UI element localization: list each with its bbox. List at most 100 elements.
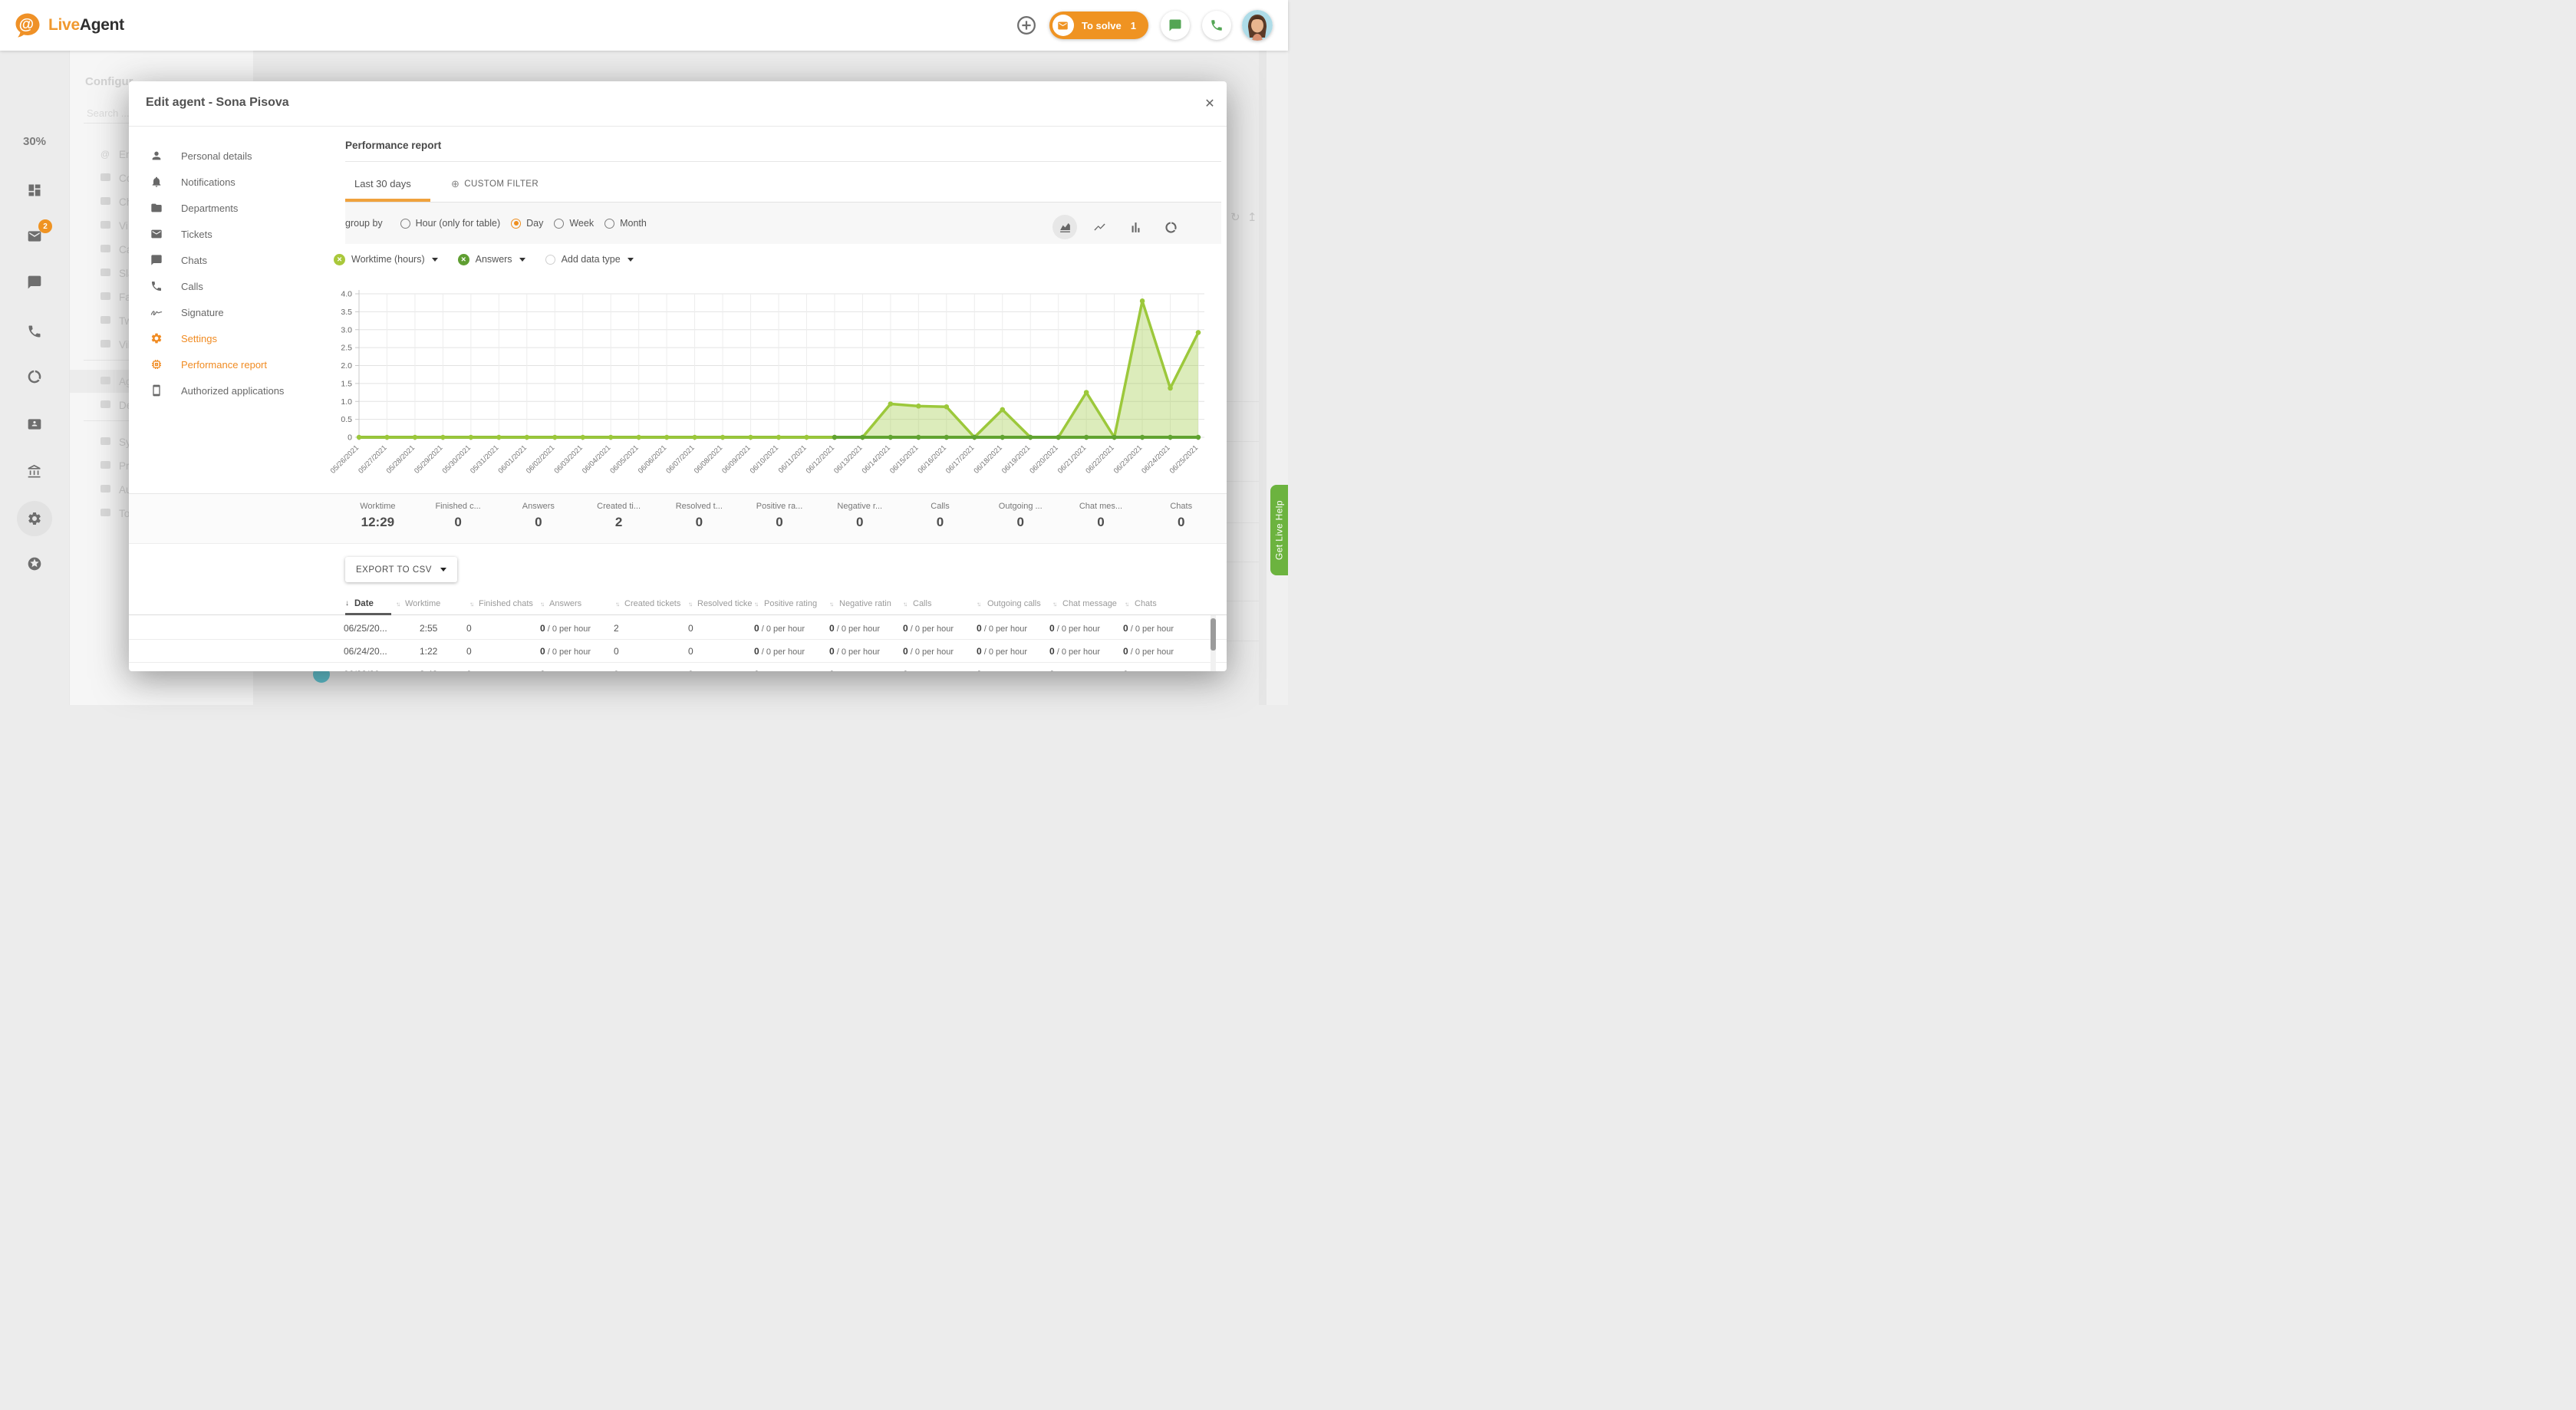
radio-label[interactable]: Month bbox=[620, 218, 647, 229]
stat-value: 0 bbox=[1061, 515, 1141, 530]
sort-toggle-icon[interactable]: ↑↓ bbox=[1052, 601, 1056, 608]
chevron-down-icon[interactable] bbox=[628, 258, 634, 262]
column-header-created-tickets[interactable]: Created tickets bbox=[624, 599, 680, 608]
radio-hour-only-for-table-[interactable] bbox=[400, 219, 410, 229]
menu-item-departments[interactable]: Departments bbox=[150, 198, 334, 218]
rail-item-chat[interactable] bbox=[27, 275, 42, 290]
menu-item-label: Chats bbox=[181, 255, 207, 266]
liveagent-logo[interactable]: @ LiveAgent bbox=[14, 12, 124, 39]
mobile-icon bbox=[150, 384, 163, 397]
chat-icon bbox=[150, 254, 163, 266]
table-row[interactable]: 06/23/20...3:4800 / 0 per hour000 / 0 pe… bbox=[129, 663, 1227, 671]
column-header-worktime[interactable]: Worktime bbox=[405, 599, 440, 608]
radio-label[interactable]: Day bbox=[526, 218, 543, 229]
close-icon[interactable]: ✕ bbox=[1200, 94, 1220, 114]
column-header-resolved-ticke[interactable]: Resolved ticke bbox=[697, 599, 753, 608]
menu-item-label: Settings bbox=[181, 333, 217, 344]
radio-day[interactable] bbox=[511, 219, 521, 229]
sort-toggle-icon[interactable]: ↑↓ bbox=[754, 601, 757, 608]
radio-label[interactable]: Hour (only for table) bbox=[416, 218, 500, 229]
sort-toggle-icon[interactable]: ↑↓ bbox=[977, 601, 980, 608]
column-header-chats[interactable]: Chats bbox=[1135, 599, 1157, 608]
rail-item-gear[interactable] bbox=[27, 511, 42, 526]
chip-label-answers[interactable]: Answers bbox=[476, 254, 512, 265]
search-input[interactable]: Search ... bbox=[87, 107, 130, 119]
table-header: ↓ Date ↑↓ Worktime ↑↓ Finished chats ↑↓ Answers… bbox=[129, 594, 1221, 614]
sort-toggle-icon[interactable]: ↑↓ bbox=[469, 601, 473, 608]
radio-month[interactable] bbox=[604, 219, 614, 229]
menu-item-authorized-applications[interactable]: Authorized applications bbox=[150, 381, 334, 400]
radio-week[interactable] bbox=[554, 219, 564, 229]
to-solve-button[interactable]: To solve 1 bbox=[1049, 12, 1148, 39]
table-cell: 0 / 0 per hour bbox=[1049, 623, 1100, 634]
chip-label-add-data-type[interactable]: Add data type bbox=[562, 254, 621, 265]
config-item-label: Vi bbox=[119, 220, 128, 232]
rail-item-dashboard[interactable] bbox=[27, 183, 42, 198]
area-chart-button[interactable] bbox=[1052, 215, 1077, 239]
add-new-button[interactable] bbox=[1016, 15, 1037, 36]
remove-series-icon[interactable]: ✕ bbox=[334, 254, 345, 265]
column-header-calls[interactable]: Calls bbox=[913, 599, 931, 608]
column-header-finished-chats[interactable]: Finished chats bbox=[479, 599, 533, 608]
export-to-csv-button[interactable]: EXPORT TO CSV bbox=[345, 557, 457, 582]
rail-item-phone[interactable] bbox=[27, 324, 42, 339]
rail-item-bank[interactable] bbox=[27, 464, 42, 479]
menu-item-signature[interactable]: Signature bbox=[150, 302, 334, 322]
menu-item-notifications[interactable]: Notifications bbox=[150, 172, 334, 192]
rail-item-contact-card[interactable] bbox=[27, 417, 42, 432]
tab-last-30-days[interactable]: Last 30 days bbox=[354, 178, 411, 189]
column-header-outgoing-calls[interactable]: Outgoing calls bbox=[987, 599, 1041, 608]
donut-chart-button[interactable] bbox=[1158, 215, 1183, 239]
radio-label[interactable]: Week bbox=[569, 218, 594, 229]
sort-desc-icon[interactable]: ↓ bbox=[345, 599, 348, 608]
rail-item-star[interactable] bbox=[27, 556, 42, 572]
add-series-icon[interactable] bbox=[545, 255, 555, 265]
table-scrollbar-thumb[interactable] bbox=[1211, 618, 1216, 651]
sort-toggle-icon[interactable]: ↑↓ bbox=[615, 601, 618, 608]
calls-button[interactable] bbox=[1202, 11, 1231, 40]
chevron-down-icon[interactable] bbox=[432, 258, 438, 262]
report-title: Performance report bbox=[345, 140, 441, 151]
remove-series-icon[interactable]: ✕ bbox=[458, 254, 469, 265]
svg-text:3.5: 3.5 bbox=[341, 308, 352, 317]
svg-text:06/23/2021: 06/23/2021 bbox=[1112, 443, 1144, 475]
column-header-answers[interactable]: Answers bbox=[549, 599, 581, 608]
table-cell: 0 / 0 per hour bbox=[540, 623, 591, 634]
svg-text:06/25/2021: 06/25/2021 bbox=[1168, 443, 1200, 475]
table-cell: 0 / 0 per hour bbox=[829, 669, 880, 671]
stat-label: Resolved t... bbox=[659, 502, 740, 511]
menu-item-personal-details[interactable]: Personal details bbox=[150, 146, 334, 166]
menu-item-settings[interactable]: Settings bbox=[150, 328, 334, 348]
menu-item-tickets[interactable]: Tickets bbox=[150, 224, 334, 244]
column-header-chat-message[interactable]: Chat message bbox=[1062, 599, 1117, 608]
sort-toggle-icon[interactable]: ↑↓ bbox=[1125, 601, 1128, 608]
bar-chart-button[interactable] bbox=[1123, 215, 1148, 239]
chevron-down-icon[interactable] bbox=[519, 258, 525, 262]
star-icon bbox=[27, 556, 42, 572]
wrench-icon bbox=[99, 508, 111, 519]
edit-agent-modal: Edit agent - Sona Pisova ✕ Personal deta… bbox=[129, 81, 1227, 671]
menu-item-performance-report[interactable]: Performance report bbox=[150, 354, 334, 374]
menu-item-calls[interactable]: Calls bbox=[150, 276, 334, 296]
rail-item-donut[interactable] bbox=[27, 369, 42, 384]
column-header-date[interactable]: Date bbox=[354, 599, 374, 608]
sort-toggle-icon[interactable]: ↑↓ bbox=[540, 601, 543, 608]
sort-toggle-icon[interactable]: ↑↓ bbox=[688, 601, 691, 608]
get-live-help-button[interactable]: Get Live Help bbox=[1270, 485, 1288, 575]
column-header-positive-rating[interactable]: Positive rating bbox=[764, 599, 817, 608]
table-row[interactable]: 06/24/20...1:2200 / 0 per hour000 / 0 pe… bbox=[129, 640, 1227, 663]
chats-button[interactable] bbox=[1161, 11, 1190, 40]
sort-toggle-icon[interactable]: ↑↓ bbox=[396, 601, 399, 608]
table-cell: 0 / 0 per hour bbox=[1049, 646, 1100, 657]
line-chart-button[interactable] bbox=[1087, 215, 1112, 239]
chip-label-worktime-hours-[interactable]: Worktime (hours) bbox=[351, 254, 425, 265]
user-avatar[interactable] bbox=[1242, 10, 1273, 41]
performance-chart[interactable]: 4.03.53.02.52.01.51.00.5005/26/202105/27… bbox=[330, 288, 1216, 488]
envelope-icon bbox=[1052, 15, 1074, 36]
tab-custom-filter[interactable]: ⊕CUSTOM FILTER bbox=[451, 178, 539, 190]
column-header-negative-ratin[interactable]: Negative ratin bbox=[839, 599, 891, 608]
menu-item-chats[interactable]: Chats bbox=[150, 250, 334, 270]
sort-toggle-icon[interactable]: ↑↓ bbox=[829, 601, 832, 608]
table-row[interactable]: 06/25/20...2:5500 / 0 per hour200 / 0 pe… bbox=[129, 617, 1227, 640]
sort-toggle-icon[interactable]: ↑↓ bbox=[903, 601, 906, 608]
